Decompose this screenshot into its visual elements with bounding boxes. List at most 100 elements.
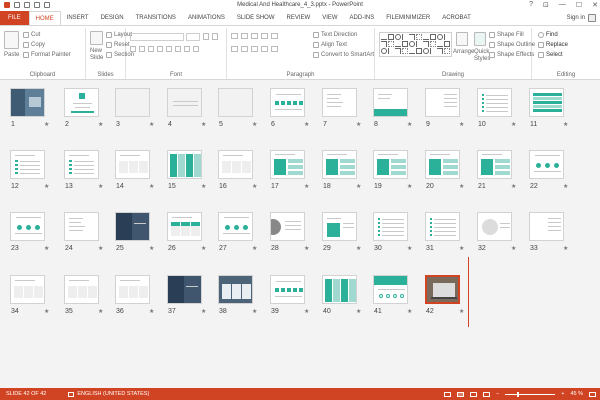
shape-option[interactable] <box>388 48 394 54</box>
transition-star-icon[interactable]: ★ <box>304 308 309 315</box>
slide-thumbnail[interactable] <box>529 88 564 117</box>
shape-option[interactable] <box>444 41 450 47</box>
select-button[interactable]: Select <box>538 52 563 58</box>
transition-star-icon[interactable]: ★ <box>563 245 568 252</box>
shape-option[interactable] <box>381 41 387 47</box>
line-spacing-icon[interactable] <box>271 33 278 39</box>
shadow-icon[interactable] <box>166 46 172 52</box>
transition-star-icon[interactable]: ★ <box>304 183 309 190</box>
avatar[interactable] <box>588 14 596 22</box>
transition-star-icon[interactable]: ★ <box>201 121 206 128</box>
language-indicator[interactable]: ENGLISH (UNITED STATES) <box>68 391 149 397</box>
quick-styles-button[interactable]: Quick <box>474 49 489 55</box>
replace-button[interactable]: Replace <box>538 42 568 48</box>
slide-thumbnail[interactable] <box>322 150 357 179</box>
slide-thumbnail[interactable] <box>425 150 460 179</box>
transition-star-icon[interactable]: ★ <box>304 245 309 252</box>
tab-acrobat[interactable]: ACROBAT <box>436 11 477 25</box>
bullets-icon[interactable] <box>231 33 238 39</box>
slide-thumbnail[interactable] <box>167 88 202 117</box>
slide-thumbnail[interactable] <box>10 88 45 117</box>
shape-option[interactable] <box>395 48 401 54</box>
transition-star-icon[interactable]: ★ <box>356 183 361 190</box>
transition-star-icon[interactable]: ★ <box>511 183 516 190</box>
transition-star-icon[interactable]: ★ <box>252 183 257 190</box>
slide-thumbnail[interactable] <box>322 212 357 241</box>
shape-option[interactable] <box>423 48 429 54</box>
transition-star-icon[interactable]: ★ <box>149 121 154 128</box>
decrease-indent-icon[interactable] <box>251 33 258 39</box>
transition-star-icon[interactable]: ★ <box>563 121 568 128</box>
tab-slide-show[interactable]: SLIDE SHOW <box>231 11 281 25</box>
grow-font-icon[interactable] <box>203 33 209 40</box>
slide-thumbnail[interactable] <box>64 88 99 117</box>
tab-view[interactable]: VIEW <box>316 11 343 25</box>
shape-option[interactable] <box>444 48 450 54</box>
transition-star-icon[interactable]: ★ <box>563 183 568 190</box>
transition-star-icon[interactable]: ★ <box>511 121 516 128</box>
format-painter-button[interactable]: Format Painter <box>23 52 71 58</box>
increase-indent-icon[interactable] <box>261 33 268 39</box>
slide-thumbnail[interactable] <box>64 150 99 179</box>
tab-insert[interactable]: INSERT <box>61 11 95 25</box>
font-name-input[interactable] <box>130 33 184 41</box>
shape-option[interactable] <box>409 41 415 47</box>
quick-styles-button-line2[interactable]: Styles <box>474 56 490 62</box>
tab-file[interactable]: FILE <box>0 11 29 25</box>
shape-option[interactable] <box>402 41 408 47</box>
slide-thumbnail[interactable] <box>218 88 253 117</box>
shape-option[interactable] <box>402 34 408 40</box>
transition-star-icon[interactable]: ★ <box>44 121 49 128</box>
transition-star-icon[interactable]: ★ <box>407 183 412 190</box>
slide-thumbnail[interactable] <box>115 150 150 179</box>
arrange-icon[interactable] <box>456 32 468 46</box>
slide-thumbnail[interactable] <box>529 212 564 241</box>
transition-star-icon[interactable]: ★ <box>356 308 361 315</box>
shrink-font-icon[interactable] <box>212 33 218 40</box>
slide-sorter[interactable]: 1 ★ 2 ★ 3 ★ 4 ★ 5 ★ 6 ★ 7 ★ 8 ★ 9 ★ 10 ★ 11 ★ 12 ★ 13 ★ 14 ★ 15 ★ 16 ★ 1… <box>0 80 600 388</box>
quick-styles-icon[interactable] <box>474 32 486 46</box>
shape-option[interactable] <box>402 48 408 54</box>
tab-animations[interactable]: ANIMATIONS <box>182 11 231 25</box>
slide-thumbnail[interactable] <box>10 275 45 304</box>
paste-icon[interactable] <box>4 31 19 49</box>
zoom-slider-knob[interactable] <box>517 391 520 397</box>
arrange-button[interactable]: Arrange <box>453 49 474 55</box>
transition-star-icon[interactable]: ★ <box>98 245 103 252</box>
slide-thumbnail[interactable] <box>322 88 357 117</box>
transition-star-icon[interactable]: ★ <box>98 183 103 190</box>
shape-option[interactable] <box>395 34 401 40</box>
align-center-icon[interactable] <box>241 46 248 52</box>
shape-option[interactable] <box>423 41 429 47</box>
zoom-level[interactable]: 45 % <box>570 391 583 397</box>
cut-button[interactable]: Cut <box>23 32 40 38</box>
slide-thumbnail[interactable] <box>115 212 150 241</box>
new-slide-button-line2[interactable]: Slide <box>90 55 103 61</box>
slide-sorter-view-icon[interactable] <box>457 391 465 397</box>
zoom-out-button[interactable]: − <box>496 391 499 397</box>
shape-option[interactable] <box>388 34 394 40</box>
tab-fileminimizer[interactable]: FILEminimizer <box>380 11 436 25</box>
new-slide-button[interactable]: New <box>90 48 102 54</box>
shape-option[interactable] <box>437 41 443 47</box>
strikethrough-icon[interactable] <box>157 46 163 52</box>
shape-option[interactable] <box>395 41 401 47</box>
shapes-gallery[interactable] <box>379 32 452 57</box>
transition-star-icon[interactable]: ★ <box>44 308 49 315</box>
transition-star-icon[interactable]: ★ <box>149 245 154 252</box>
slide-thumbnail[interactable] <box>425 275 460 304</box>
char-spacing-icon[interactable] <box>175 46 181 52</box>
shape-option[interactable] <box>437 34 443 40</box>
slide-thumbnail[interactable] <box>477 212 512 241</box>
text-direction-button[interactable]: Text Direction <box>313 32 357 38</box>
italic-icon[interactable] <box>139 46 145 52</box>
slide-thumbnail[interactable] <box>10 212 45 241</box>
slide-thumbnail[interactable] <box>218 275 253 304</box>
shape-option[interactable] <box>430 34 436 40</box>
slide-thumbnail[interactable] <box>64 275 99 304</box>
transition-star-icon[interactable]: ★ <box>201 308 206 315</box>
shape-fill-button[interactable]: Shape Fill <box>489 32 524 38</box>
columns-icon[interactable] <box>271 46 278 52</box>
slide-thumbnail[interactable] <box>115 275 150 304</box>
help-button[interactable]: ? <box>529 1 533 9</box>
